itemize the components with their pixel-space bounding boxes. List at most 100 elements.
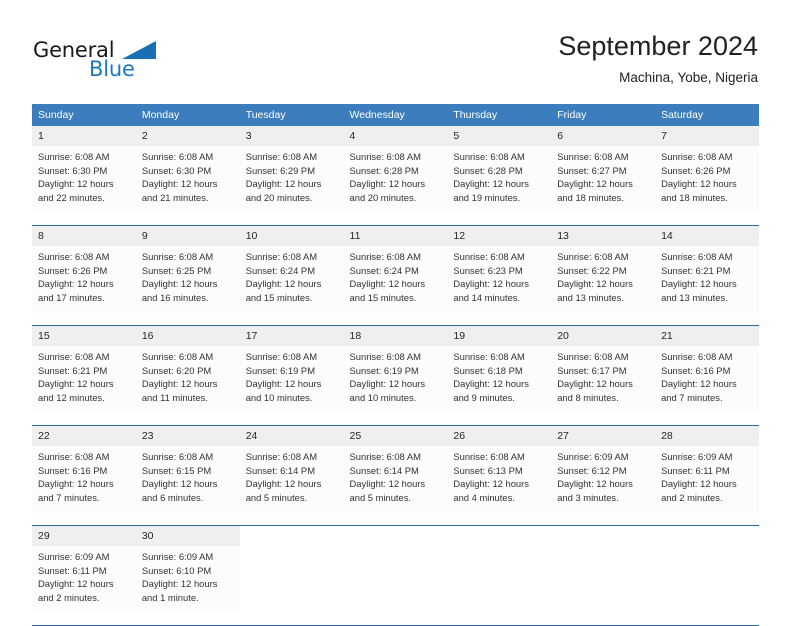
page-title: September 2024 [558, 31, 758, 61]
calendar-cell-empty [239, 546, 344, 613]
day-details-8[interactable]: Sunrise: 6:08 AM Sunset: 6:26 PM Daylight:… [32, 246, 136, 313]
day-16-sunrise: Sunrise: 6:08 AM [141, 351, 214, 362]
week-separator [32, 313, 759, 326]
day-6-daylight2: and 18 minutes. [557, 191, 624, 203]
day-number-29[interactable]: 29 [32, 525, 136, 546]
day-number-22[interactable]: 22 [32, 425, 136, 446]
day-number-15[interactable]: 15 [32, 325, 136, 346]
day-details-14[interactable]: Sunrise: 6:08 AM Sunset: 6:21 PM Daylight:… [655, 246, 759, 313]
calendar-cell-empty [343, 546, 448, 613]
day-1-daylight1: Daylight: 12 hours [38, 178, 114, 190]
day-details-4[interactable]: Sunrise: 6:08 AM Sunset: 6:28 PM Daylight:… [343, 146, 448, 213]
day-number-18[interactable]: 18 [343, 325, 448, 346]
day-number-21[interactable]: 21 [655, 325, 759, 346]
day-16-daylight1: Daylight: 12 hours [141, 378, 218, 390]
day-number-12[interactable]: 12 [447, 225, 552, 246]
day-number-6[interactable]: 6 [551, 126, 656, 146]
day-26-sunset: Sunset: 6:13 PM [453, 464, 523, 476]
day-27-sunset: Sunset: 6:12 PM [557, 464, 627, 476]
day-details-23[interactable]: Sunrise: 6:08 AM Sunset: 6:15 PM Daylight:… [135, 446, 240, 513]
calendar-week-daynumbers: 1234567 [32, 126, 759, 146]
day-8-sunset: Sunset: 6:26 PM [38, 264, 108, 276]
day-details-6[interactable]: Sunrise: 6:08 AM Sunset: 6:27 PM Daylight:… [551, 146, 656, 213]
day-number-24[interactable]: 24 [239, 425, 344, 446]
day-details-17[interactable]: Sunrise: 6:08 AM Sunset: 6:19 PM Daylight:… [239, 346, 344, 413]
day-details-3[interactable]: Sunrise: 6:08 AM Sunset: 6:29 PM Daylight:… [239, 146, 344, 213]
day-7-daylight2: and 18 minutes. [661, 191, 728, 203]
day-1-sunrise: Sunrise: 6:08 AM [38, 151, 110, 162]
day-details-26[interactable]: Sunrise: 6:08 AM Sunset: 6:13 PM Daylight:… [447, 446, 552, 513]
day-number-25[interactable]: 25 [343, 425, 448, 446]
day-details-28[interactable]: Sunrise: 6:09 AM Sunset: 6:11 PM Daylight:… [655, 446, 759, 513]
day-details-12[interactable]: Sunrise: 6:08 AM Sunset: 6:23 PM Daylight:… [447, 246, 552, 313]
calendar-week-details: Sunrise: 6:08 AM Sunset: 6:30 PM Daylight:… [32, 146, 759, 213]
day-details-21[interactable]: Sunrise: 6:08 AM Sunset: 6:16 PM Daylight:… [655, 346, 759, 413]
weekday-header-row: Sunday Monday Tuesday Wednesday Thursday… [32, 104, 759, 126]
day-details-9[interactable]: Sunrise: 6:08 AM Sunset: 6:25 PM Daylight:… [135, 246, 240, 313]
day-15-sunrise: Sunrise: 6:08 AM [38, 351, 110, 362]
day-30-daylight1: Daylight: 12 hours [141, 578, 218, 590]
day-17-daylight2: and 10 minutes. [245, 391, 313, 403]
day-23-daylight2: and 6 minutes. [141, 491, 204, 503]
day-20-sunset: Sunset: 6:17 PM [557, 364, 627, 376]
calendar-cell-empty [655, 525, 759, 546]
day-30-daylight2: and 1 minute. [141, 591, 199, 603]
day-23-daylight1: Daylight: 12 hours [141, 478, 218, 490]
day-23-sunset: Sunset: 6:15 PM [141, 464, 212, 476]
day-details-25[interactable]: Sunrise: 6:08 AM Sunset: 6:14 PM Daylight:… [343, 446, 448, 513]
day-29-daylight2: and 2 minutes. [38, 591, 100, 603]
day-details-7[interactable]: Sunrise: 6:08 AM Sunset: 6:26 PM Daylight:… [655, 146, 759, 213]
day-14-daylight2: and 13 minutes. [661, 291, 728, 303]
day-28-sunset: Sunset: 6:11 PM [661, 464, 730, 476]
day-details-10[interactable]: Sunrise: 6:08 AM Sunset: 6:24 PM Daylight:… [239, 246, 344, 313]
day-number-28[interactable]: 28 [655, 425, 759, 446]
day-details-20[interactable]: Sunrise: 6:08 AM Sunset: 6:17 PM Daylight:… [551, 346, 656, 413]
day-details-11[interactable]: Sunrise: 6:08 AM Sunset: 6:24 PM Daylight:… [343, 246, 448, 313]
day-14-daylight1: Daylight: 12 hours [661, 278, 737, 290]
day-number-14[interactable]: 14 [655, 225, 759, 246]
week-separator-rule [32, 513, 759, 526]
day-number-10[interactable]: 10 [239, 225, 344, 246]
day-number-20[interactable]: 20 [551, 325, 656, 346]
day-3-daylight2: and 20 minutes. [245, 191, 313, 203]
day-number-3[interactable]: 3 [239, 126, 344, 146]
day-number-9[interactable]: 9 [135, 225, 240, 246]
day-number-30[interactable]: 30 [135, 525, 240, 546]
day-details-16[interactable]: Sunrise: 6:08 AM Sunset: 6:20 PM Daylight:… [135, 346, 240, 413]
day-17-sunset: Sunset: 6:19 PM [245, 364, 315, 376]
day-details-18[interactable]: Sunrise: 6:08 AM Sunset: 6:19 PM Daylight:… [343, 346, 448, 413]
day-details-2[interactable]: Sunrise: 6:08 AM Sunset: 6:30 PM Daylight:… [135, 146, 240, 213]
day-details-30[interactable]: Sunrise: 6:09 AM Sunset: 6:10 PM Daylight:… [135, 546, 240, 613]
day-number-1[interactable]: 1 [32, 126, 136, 146]
day-details-5[interactable]: Sunrise: 6:08 AM Sunset: 6:28 PM Daylight:… [447, 146, 552, 213]
day-number-23[interactable]: 23 [135, 425, 240, 446]
day-details-27[interactable]: Sunrise: 6:09 AM Sunset: 6:12 PM Daylight:… [551, 446, 656, 513]
day-details-24[interactable]: Sunrise: 6:08 AM Sunset: 6:14 PM Daylight:… [239, 446, 344, 513]
day-number-4[interactable]: 4 [343, 126, 448, 146]
day-number-5[interactable]: 5 [447, 126, 552, 146]
day-details-29[interactable]: Sunrise: 6:09 AM Sunset: 6:11 PM Daylight:… [32, 546, 136, 613]
day-details-19[interactable]: Sunrise: 6:08 AM Sunset: 6:18 PM Daylight:… [447, 346, 552, 413]
day-number-27[interactable]: 27 [551, 425, 656, 446]
day-details-22[interactable]: Sunrise: 6:08 AM Sunset: 6:16 PM Daylight:… [32, 446, 136, 513]
day-8-sunrise: Sunrise: 6:08 AM [38, 251, 110, 262]
day-1-sunset: Sunset: 6:30 PM [38, 164, 108, 176]
day-number-2[interactable]: 2 [135, 126, 240, 146]
day-number-11[interactable]: 11 [343, 225, 448, 246]
day-number-8[interactable]: 8 [32, 225, 136, 246]
day-number-7[interactable]: 7 [655, 126, 759, 146]
day-number-19[interactable]: 19 [447, 325, 552, 346]
day-details-1[interactable]: Sunrise: 6:08 AM Sunset: 6:30 PM Daylight:… [32, 146, 136, 213]
day-number-26[interactable]: 26 [447, 425, 552, 446]
day-30-sunrise: Sunrise: 6:09 AM [141, 551, 214, 562]
day-number-16[interactable]: 16 [135, 325, 240, 346]
day-20-daylight2: and 8 minutes. [557, 391, 619, 403]
day-details-15[interactable]: Sunrise: 6:08 AM Sunset: 6:21 PM Daylight:… [32, 346, 136, 413]
general-blue-logo[interactable]: General Blue [33, 38, 173, 88]
day-details-13[interactable]: Sunrise: 6:08 AM Sunset: 6:22 PM Daylight:… [551, 246, 656, 313]
day-6-sunset: Sunset: 6:27 PM [557, 164, 627, 176]
day-12-sunrise: Sunrise: 6:08 AM [453, 251, 525, 262]
calendar-page: General Blue September 2024 Machina, Yob… [0, 0, 792, 626]
day-number-17[interactable]: 17 [239, 325, 344, 346]
day-number-13[interactable]: 13 [551, 225, 656, 246]
